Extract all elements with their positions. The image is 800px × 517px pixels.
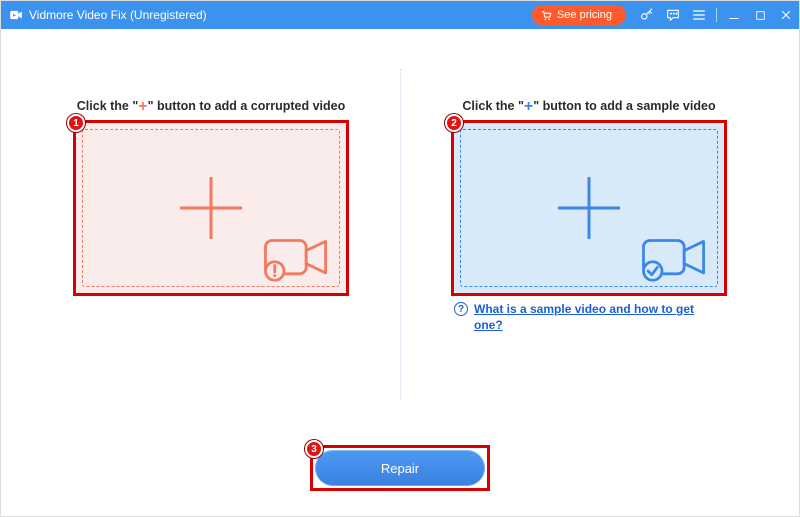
plus-glyph: + bbox=[138, 98, 147, 115]
annotation-1-badge: 1 bbox=[67, 114, 85, 132]
help-row: ? What is a sample video and how to get … bbox=[454, 301, 724, 333]
annotation-1-wrap: 1 bbox=[76, 123, 346, 293]
menu-icon bbox=[691, 7, 707, 23]
plus-icon bbox=[558, 177, 620, 239]
title-bar: Vidmore Video Fix (Unregistered) See pri… bbox=[1, 1, 799, 29]
instruction-post: " button to add a corrupted video bbox=[148, 99, 346, 113]
plus-icon bbox=[180, 177, 242, 239]
dropzone-inner bbox=[460, 129, 718, 287]
sample-camera-icon bbox=[637, 234, 711, 284]
plus-glyph: + bbox=[524, 98, 533, 115]
annotation-3-badge: 3 bbox=[305, 440, 323, 458]
repair-button[interactable]: Repair bbox=[315, 450, 485, 486]
add-corrupted-video-dropzone[interactable] bbox=[76, 123, 346, 293]
feedback-button[interactable] bbox=[660, 1, 686, 29]
key-icon bbox=[639, 7, 655, 23]
sample-video-help-link[interactable]: What is a sample video and how to get on… bbox=[474, 301, 724, 333]
app-logo-icon bbox=[9, 8, 23, 22]
maximize-icon bbox=[754, 9, 767, 22]
chat-icon bbox=[665, 7, 681, 23]
menu-button[interactable] bbox=[686, 1, 712, 29]
instruction-pre: Click the " bbox=[462, 99, 524, 113]
annotation-3-wrap: 3 Repair bbox=[315, 450, 485, 486]
maximize-button[interactable] bbox=[747, 1, 773, 29]
see-pricing-label: See pricing bbox=[557, 9, 612, 21]
instruction-post: " button to add a sample video bbox=[533, 99, 715, 113]
vertical-divider bbox=[400, 69, 401, 399]
dropzone-inner bbox=[82, 129, 340, 287]
titlebar-separator bbox=[716, 8, 717, 22]
add-sample-video-dropzone[interactable] bbox=[454, 123, 724, 293]
see-pricing-button[interactable]: See pricing bbox=[532, 5, 626, 25]
app-window: Vidmore Video Fix (Unregistered) See pri… bbox=[0, 0, 800, 517]
sample-instruction: Click the "+" button to add a sample vid… bbox=[462, 97, 715, 115]
minimize-button[interactable] bbox=[721, 1, 747, 29]
footer: 3 Repair bbox=[1, 420, 799, 516]
app-title: Vidmore Video Fix (Unregistered) bbox=[29, 8, 207, 22]
close-icon bbox=[779, 8, 793, 22]
register-key-button[interactable] bbox=[634, 1, 660, 29]
annotation-2-wrap: 2 bbox=[454, 123, 724, 293]
cart-icon bbox=[540, 9, 553, 22]
corrupted-instruction: Click the "+" button to add a corrupted … bbox=[77, 97, 345, 115]
close-button[interactable] bbox=[773, 1, 799, 29]
corrupted-video-pane: Click the "+" button to add a corrupted … bbox=[60, 97, 362, 420]
main-area: Click the "+" button to add a corrupted … bbox=[1, 29, 799, 420]
broken-camera-icon bbox=[259, 234, 333, 284]
sample-video-pane: Click the "+" button to add a sample vid… bbox=[438, 97, 740, 420]
help-question-icon: ? bbox=[454, 302, 468, 316]
annotation-2-badge: 2 bbox=[445, 114, 463, 132]
minimize-icon bbox=[727, 8, 741, 22]
instruction-pre: Click the " bbox=[77, 99, 139, 113]
